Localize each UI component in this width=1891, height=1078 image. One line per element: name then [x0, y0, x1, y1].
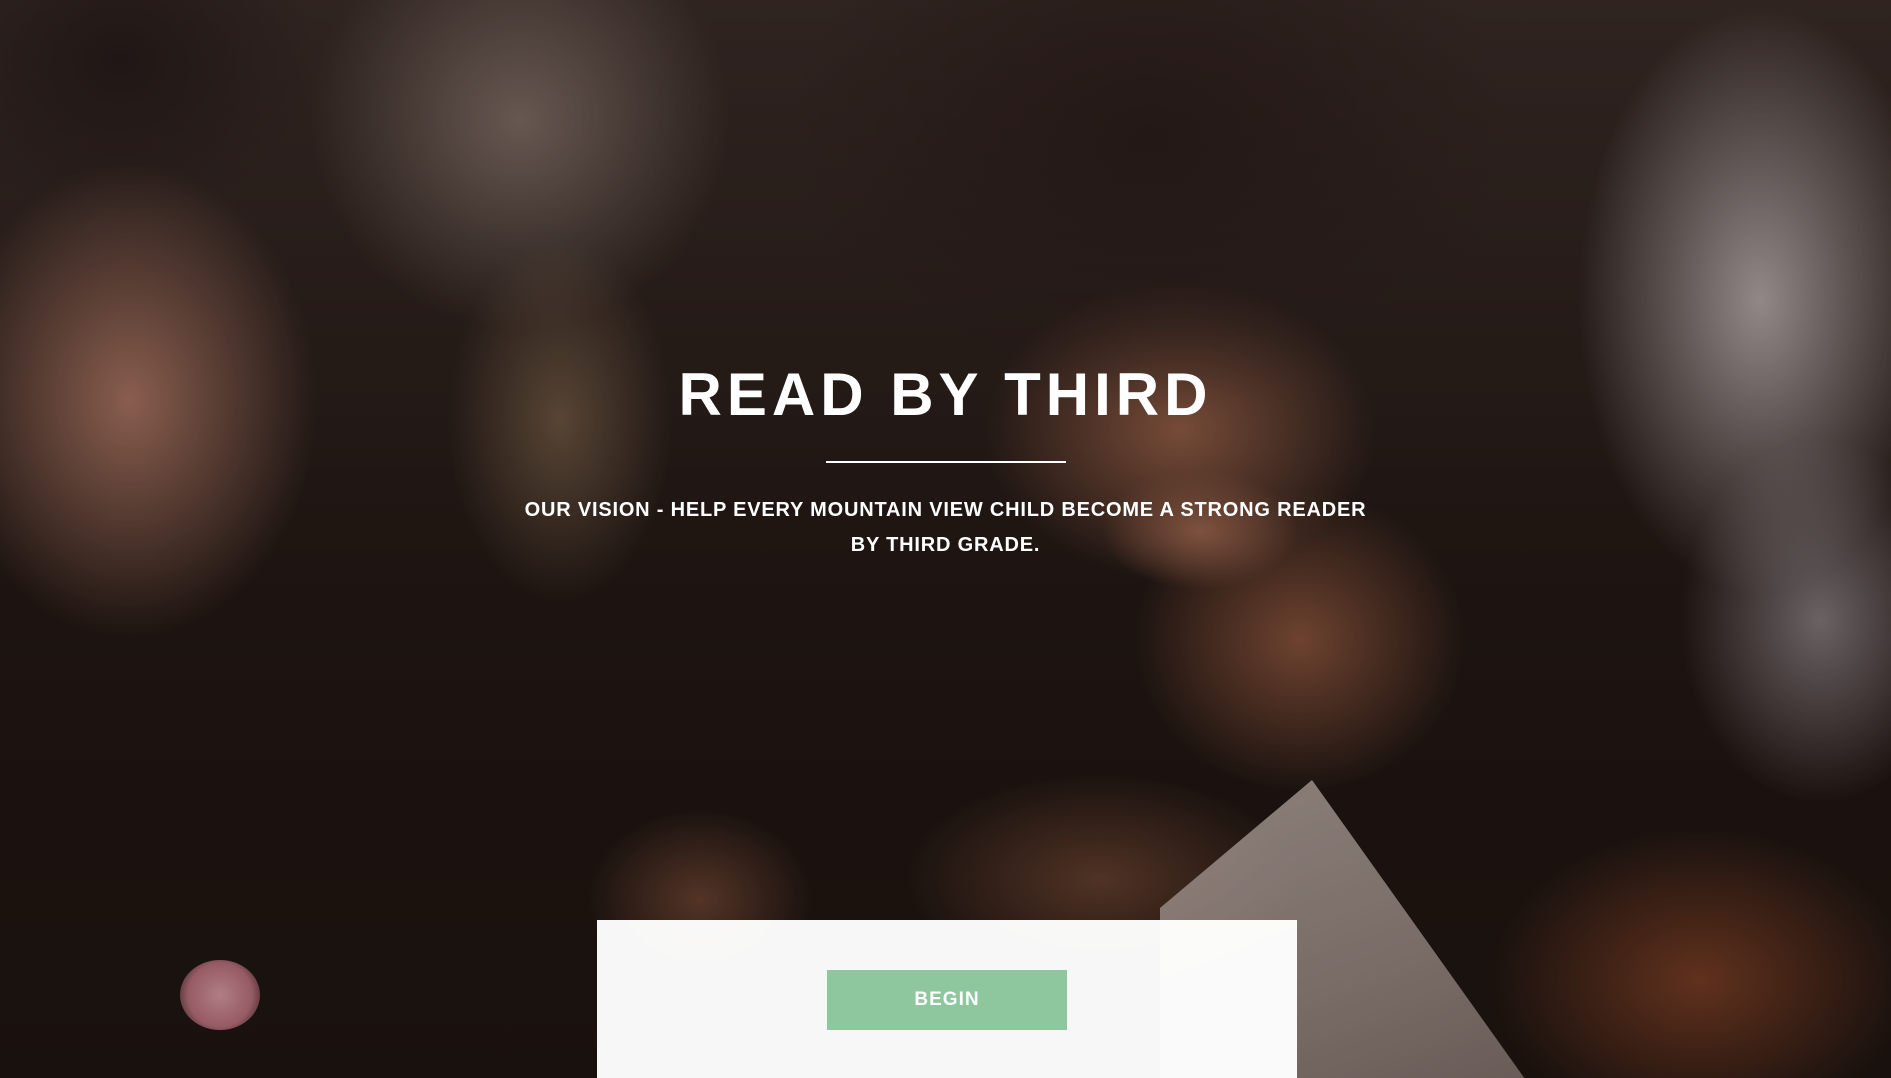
page-title: READ BY THIRD [678, 361, 1213, 428]
begin-button[interactable]: BEGIN [827, 970, 1067, 1030]
hero-content: READ BY THIRD OUR VISION - HELP EVERY MO… [0, 355, 1891, 563]
cta-panel: BEGIN [597, 920, 1297, 1078]
vision-statement: OUR VISION - HELP EVERY MOUNTAIN VIEW CH… [524, 499, 1367, 556]
title-divider [825, 461, 1066, 463]
hero-section: READ BY THIRD OUR VISION - HELP EVERY MO… [0, 0, 1891, 1078]
